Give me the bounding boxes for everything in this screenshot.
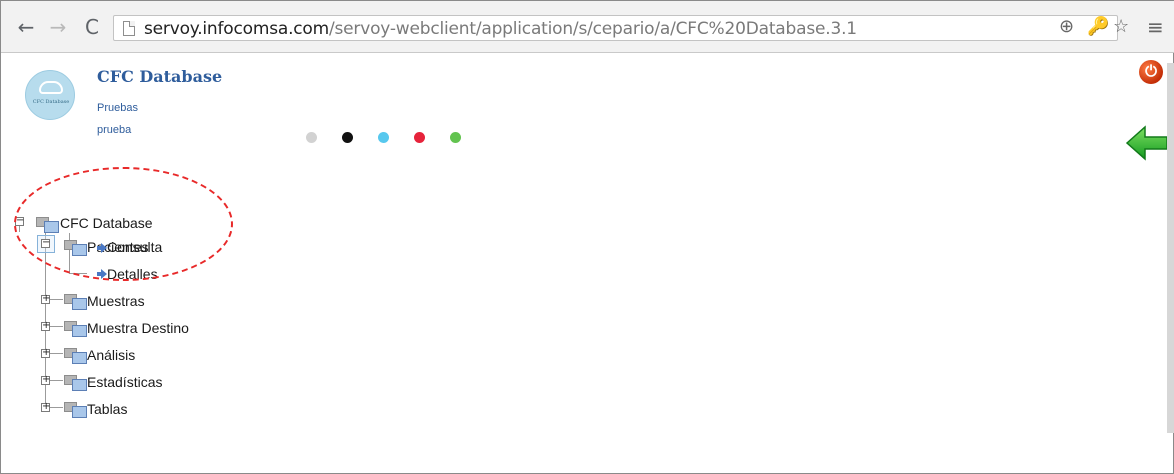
- expand-icon[interactable]: +: [41, 374, 50, 385]
- expand-icon[interactable]: +: [41, 347, 50, 358]
- logo-text: CFC Database: [32, 99, 70, 105]
- theme-dot-gray[interactable]: [306, 132, 317, 143]
- app-subtitle-pruebas: Pruebas: [97, 102, 138, 114]
- tree-item-estadisticas[interactable]: Estadísticas: [87, 374, 162, 390]
- browser-window: ← → C servoy.infocomsa.com/servoy-webcli…: [0, 0, 1174, 474]
- app-logo: CFC Database: [25, 70, 75, 120]
- menu-icon[interactable]: ≡: [1147, 16, 1164, 38]
- browser-toolbar: ← → C servoy.infocomsa.com/servoy-webcli…: [1, 1, 1174, 53]
- address-url[interactable]: servoy.infocomsa.com/servoy-webclient/ap…: [144, 19, 857, 39]
- address-host: servoy.infocomsa.com: [144, 19, 329, 39]
- expand-icon[interactable]: +: [41, 320, 50, 331]
- reload-icon[interactable]: C: [81, 16, 103, 38]
- folder-icon: [63, 372, 88, 392]
- theme-dot-red[interactable]: [414, 132, 425, 143]
- app-subtitle-prueba: prueba: [97, 124, 132, 136]
- page-scrollbar[interactable]: [1167, 63, 1174, 433]
- back-arrow-icon[interactable]: ←: [15, 16, 37, 38]
- expand-icon[interactable]: +: [41, 401, 50, 412]
- app-title: CFC Database: [97, 67, 223, 86]
- forward-arrow-icon[interactable]: →: [47, 16, 69, 38]
- cloud-icon: [39, 81, 63, 94]
- back-arrow-button[interactable]: [1125, 123, 1169, 163]
- tree-item-tablas[interactable]: Tablas: [87, 401, 127, 417]
- theme-dot-green[interactable]: [450, 132, 461, 143]
- tree-item-analisis[interactable]: Análisis: [87, 347, 135, 363]
- folder-icon: [63, 345, 88, 365]
- expand-icon[interactable]: +: [41, 293, 50, 304]
- tree-item-muestras[interactable]: Muestras: [87, 293, 145, 309]
- key-icon[interactable]: 🔑: [1087, 16, 1109, 38]
- zoom-icon[interactable]: ⊕: [1059, 16, 1074, 38]
- folder-icon: [63, 318, 88, 338]
- power-icon: ⏻: [1145, 63, 1157, 80]
- tree-item-muestra-destino[interactable]: Muestra Destino: [87, 320, 189, 336]
- star-icon[interactable]: ☆: [1113, 16, 1129, 38]
- theme-dot-black[interactable]: [342, 132, 353, 143]
- address-bar[interactable]: servoy.infocomsa.com/servoy-webclient/ap…: [113, 15, 1118, 41]
- highlight-annotation: [14, 167, 233, 281]
- theme-dot-light-blue[interactable]: [378, 132, 389, 143]
- folder-icon: [63, 399, 88, 419]
- page-icon: [123, 21, 135, 36]
- power-button[interactable]: ⏻: [1139, 60, 1163, 84]
- folder-icon: [63, 291, 88, 311]
- address-path: /servoy-webclient/application/s/cepario/…: [328, 19, 857, 39]
